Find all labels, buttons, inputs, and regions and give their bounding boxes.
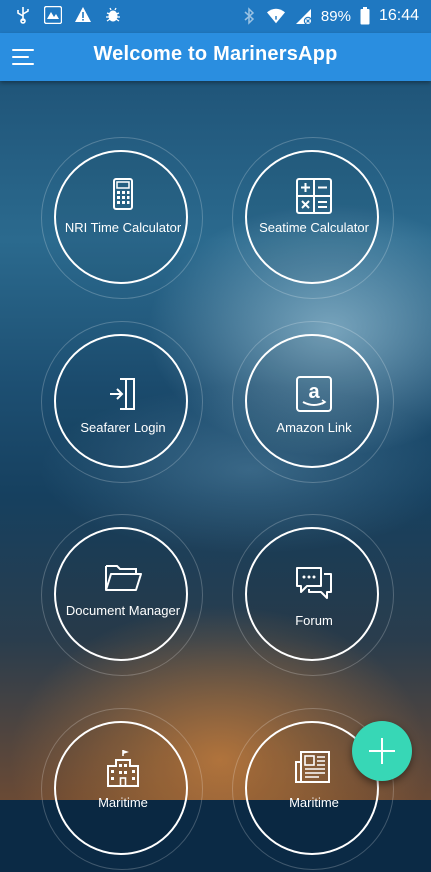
- bluetooth-icon: [244, 7, 255, 25]
- tile-label: Maritime: [289, 795, 339, 810]
- tile-label: Document Manager: [65, 603, 181, 618]
- tile-nri-time-calculator[interactable]: NRI Time Calculator: [41, 137, 205, 301]
- calculator-icon: [113, 178, 133, 210]
- tile-button-circle[interactable]: [245, 150, 379, 284]
- building-icon: [107, 750, 139, 787]
- svg-text:a: a: [308, 381, 320, 403]
- folder-open-icon: [105, 565, 142, 591]
- amazon-icon: a: [296, 376, 332, 412]
- tile-maritime-institutes[interactable]: Maritime: [41, 708, 205, 872]
- newspaper-icon: [295, 751, 330, 783]
- math-operators-icon: [296, 178, 332, 214]
- app-notification-icon: [44, 6, 62, 24]
- tile-document-manager[interactable]: Document Manager: [41, 514, 205, 678]
- tile-seafarer-login[interactable]: Seafarer Login: [41, 321, 205, 485]
- tile-label: NRI Time Calculator: [64, 220, 182, 235]
- no-sim-icon: [295, 9, 312, 25]
- add-fab-button[interactable]: [352, 721, 412, 781]
- tile-label: Maritime: [98, 795, 148, 810]
- plus-icon: [369, 738, 395, 764]
- clock: 16:44: [378, 7, 419, 24]
- tile-seatime-calculator[interactable]: Seatime Calculator: [232, 137, 396, 301]
- page-title: Welcome to MarinersApp: [93, 43, 338, 65]
- tile-forum[interactable]: Forum: [232, 514, 396, 678]
- tile-label: Amazon Link: [276, 420, 352, 435]
- battery-icon: [360, 7, 370, 25]
- chat-bubbles-icon: [296, 567, 332, 599]
- wifi-icon: [266, 8, 285, 24]
- app-bar: Welcome to MarinersApp: [0, 33, 431, 81]
- tile-label: Seatime Calculator: [259, 220, 369, 235]
- warning-icon: [75, 7, 91, 22]
- bug-icon: [106, 7, 120, 22]
- login-door-icon: [110, 378, 135, 410]
- status-bar: 89% 16:44: [0, 0, 431, 33]
- battery-percent: 89%: [320, 7, 351, 25]
- tile-button-circle[interactable]: [54, 150, 188, 284]
- tile-label: Forum: [295, 613, 333, 628]
- tile-amazon-link[interactable]: a Amazon Link: [232, 321, 396, 485]
- tile-label: Seafarer Login: [80, 420, 166, 435]
- usb-icon: [17, 7, 29, 24]
